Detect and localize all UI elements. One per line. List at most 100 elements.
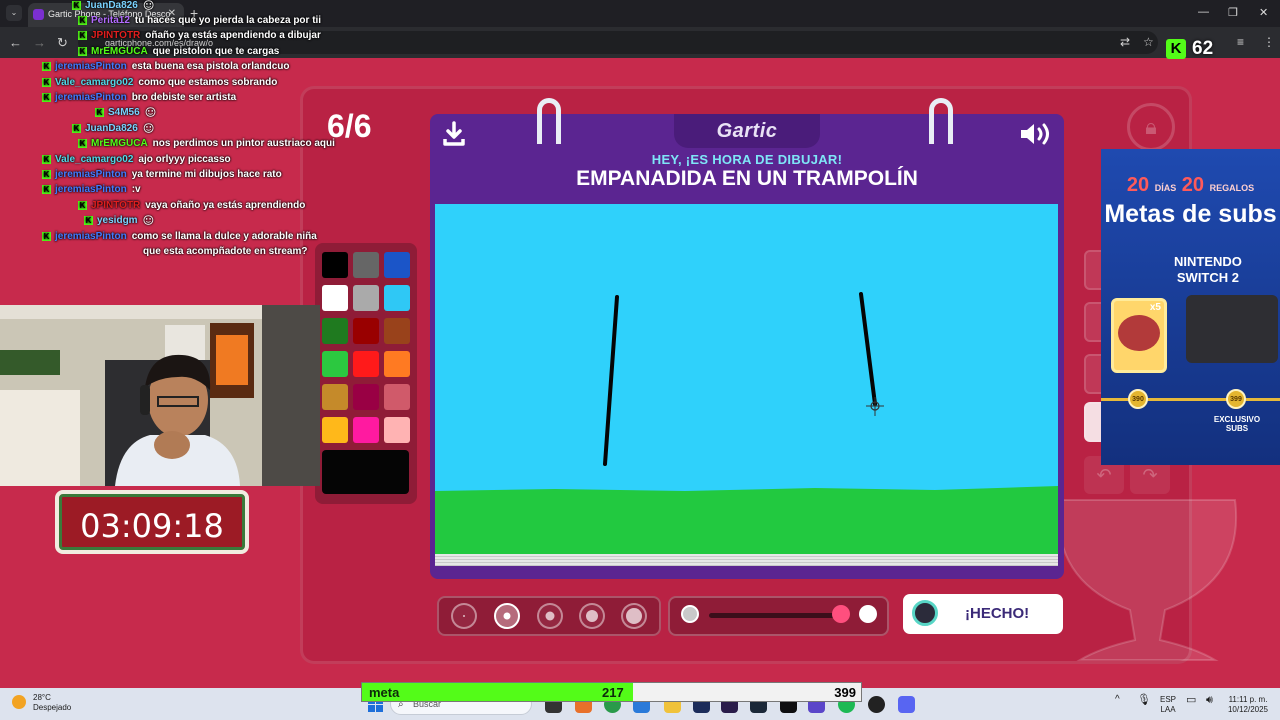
obs-icon[interactable] bbox=[868, 696, 885, 713]
color-swatch[interactable] bbox=[322, 252, 348, 278]
kick-badge-icon: K bbox=[72, 123, 81, 133]
kick-badge-icon: K bbox=[78, 46, 87, 56]
tab-search-icon[interactable]: ⌄ bbox=[6, 5, 22, 21]
chat-username[interactable]: jeremiasPinton bbox=[55, 231, 127, 242]
done-button[interactable]: ¡HECHO! bbox=[903, 594, 1063, 634]
color-swatch[interactable] bbox=[384, 417, 410, 443]
color-swatch[interactable] bbox=[353, 252, 379, 278]
kick-badge-icon: K bbox=[42, 231, 51, 241]
chat-text: :v bbox=[131, 184, 141, 196]
minimize-icon[interactable]: — bbox=[1198, 6, 1209, 18]
chat-username[interactable]: Vale_camargo02 bbox=[55, 77, 133, 88]
tray-chevron-icon[interactable]: ^ bbox=[1115, 695, 1120, 705]
lang-line-2: LAA bbox=[1160, 705, 1176, 714]
color-swatch[interactable] bbox=[322, 417, 348, 443]
chat-message: K MrEMGUCA nos perdimos un pintor austriac… bbox=[78, 138, 335, 152]
color-swatch[interactable] bbox=[384, 318, 410, 344]
current-color-preview bbox=[322, 450, 409, 494]
clock[interactable]: 11:11 p. m. 10/12/2025 bbox=[1224, 695, 1272, 715]
sound-icon[interactable] bbox=[1019, 121, 1053, 147]
stroke-left-leg bbox=[603, 295, 619, 466]
color-swatch[interactable] bbox=[384, 252, 410, 278]
color-swatch[interactable] bbox=[353, 285, 379, 311]
brush-size-2[interactable] bbox=[494, 603, 520, 629]
kick-badge-icon: K bbox=[78, 31, 87, 41]
chat-username[interactable]: jeremiasPinton bbox=[55, 61, 127, 72]
volume-icon[interactable]: 🔊︎ bbox=[1206, 695, 1213, 706]
kick-badge-icon: K bbox=[72, 1, 81, 10]
exclusive-subs-label: EXCLUSIVO SUBS bbox=[1213, 415, 1261, 433]
microphone-icon[interactable]: 🎙︎ bbox=[1137, 695, 1151, 706]
food-prize-image bbox=[1118, 315, 1160, 351]
brush-size-4[interactable] bbox=[579, 603, 605, 629]
weather-condition: Despejado bbox=[33, 703, 72, 712]
chat-username[interactable]: Vale_camargo02 bbox=[55, 154, 133, 165]
clock-date: 10/12/2025 bbox=[1227, 705, 1269, 714]
color-swatch[interactable] bbox=[384, 285, 410, 311]
download-icon[interactable] bbox=[442, 121, 466, 147]
color-swatch[interactable] bbox=[322, 285, 348, 311]
chat-username[interactable]: JPINTOTR bbox=[91, 200, 140, 211]
opacity-slider[interactable] bbox=[709, 613, 843, 618]
kick-badge-icon: K bbox=[42, 77, 51, 87]
prize-card: x5 bbox=[1111, 298, 1167, 373]
streamer-hand bbox=[154, 431, 190, 459]
chat-username[interactable]: Perita12 bbox=[91, 15, 130, 26]
clock-time: 11:11 p. m. bbox=[1228, 695, 1268, 704]
maximize-icon[interactable]: ❐ bbox=[1228, 6, 1238, 19]
back-icon[interactable]: ← bbox=[9, 35, 22, 50]
menu-icon[interactable]: ≡ bbox=[1237, 35, 1244, 49]
color-swatch[interactable] bbox=[353, 417, 379, 443]
chat-message: K JPINTOTR oñaño ya estás apendiendo a dib… bbox=[78, 30, 321, 44]
drawing-canvas[interactable] bbox=[435, 204, 1058, 554]
bookmark-star-icon[interactable]: ☆ bbox=[1143, 35, 1154, 49]
lock-icon[interactable]: 🔒︎ bbox=[1127, 103, 1175, 151]
discord-icon[interactable] bbox=[898, 696, 915, 713]
reload-icon[interactable]: ↻ bbox=[57, 35, 68, 51]
color-swatch[interactable] bbox=[353, 318, 379, 344]
opacity-slider-handle[interactable] bbox=[832, 605, 850, 623]
chat-text: bro debiste ser artista bbox=[131, 92, 237, 103]
color-swatch[interactable] bbox=[322, 384, 348, 410]
switch-prize-image bbox=[1186, 295, 1278, 363]
color-swatch[interactable] bbox=[384, 384, 410, 410]
gifts-label: REGALOS bbox=[1209, 183, 1255, 193]
meta-current: 217 bbox=[602, 685, 624, 700]
color-swatch[interactable] bbox=[353, 384, 379, 410]
brush-size-3[interactable] bbox=[537, 603, 563, 629]
brush-size-1[interactable] bbox=[451, 603, 477, 629]
color-swatch[interactable] bbox=[322, 351, 348, 377]
prize-card-count: x5 bbox=[1149, 302, 1161, 313]
prize-line-2: SWITCH 2 bbox=[1176, 270, 1239, 285]
chat-text: esta buena esa pistola orlandcuo bbox=[131, 61, 290, 73]
close-window-icon[interactable]: ✕ bbox=[1259, 6, 1268, 19]
chat-emote-icon: 🙂︎ bbox=[144, 107, 157, 118]
color-swatch[interactable] bbox=[322, 318, 348, 344]
chat-username[interactable]: JPINTOTR bbox=[91, 30, 140, 41]
chat-username[interactable]: yesidgm bbox=[97, 215, 138, 226]
brush-size-5[interactable] bbox=[621, 603, 647, 629]
stream-timer: 03:09:18 bbox=[55, 490, 249, 554]
translate-icon[interactable]: ⇄ bbox=[1120, 35, 1130, 49]
grass-edge bbox=[435, 486, 1058, 496]
chat-username[interactable]: S4M56 bbox=[108, 107, 140, 118]
color-swatch[interactable] bbox=[353, 351, 379, 377]
language-indicator[interactable]: ESP LAA bbox=[1160, 695, 1176, 715]
forward-icon[interactable]: → bbox=[33, 35, 46, 50]
chat-username[interactable]: jeremiasPinton bbox=[55, 169, 127, 180]
days-number: 20 bbox=[1126, 174, 1150, 196]
chat-username[interactable]: MrEMGUCA bbox=[91, 46, 148, 57]
chat-text: como se llama la dulce y adorable niña bbox=[131, 230, 317, 242]
chat-username[interactable]: JuanDa826 bbox=[85, 0, 138, 11]
chat-username[interactable]: jeremiasPinton bbox=[55, 184, 127, 195]
network-icon[interactable]: ▭ bbox=[1186, 695, 1196, 706]
kick-badge-icon: K bbox=[78, 139, 87, 149]
color-swatch[interactable] bbox=[384, 351, 410, 377]
chat-username[interactable]: MrEMGUCA bbox=[91, 138, 148, 149]
chat-message: KjeremiasPinton como se llama la dulce y … bbox=[42, 231, 317, 245]
meta-progress-bar: meta 217 399 bbox=[361, 682, 862, 702]
chat-username[interactable]: jeremiasPinton bbox=[55, 92, 127, 103]
chat-username[interactable]: JuanDa826 bbox=[85, 123, 138, 134]
chat-emote-icon: 🙂︎ bbox=[142, 122, 155, 133]
more-icon[interactable]: ⋮ bbox=[1263, 35, 1275, 49]
